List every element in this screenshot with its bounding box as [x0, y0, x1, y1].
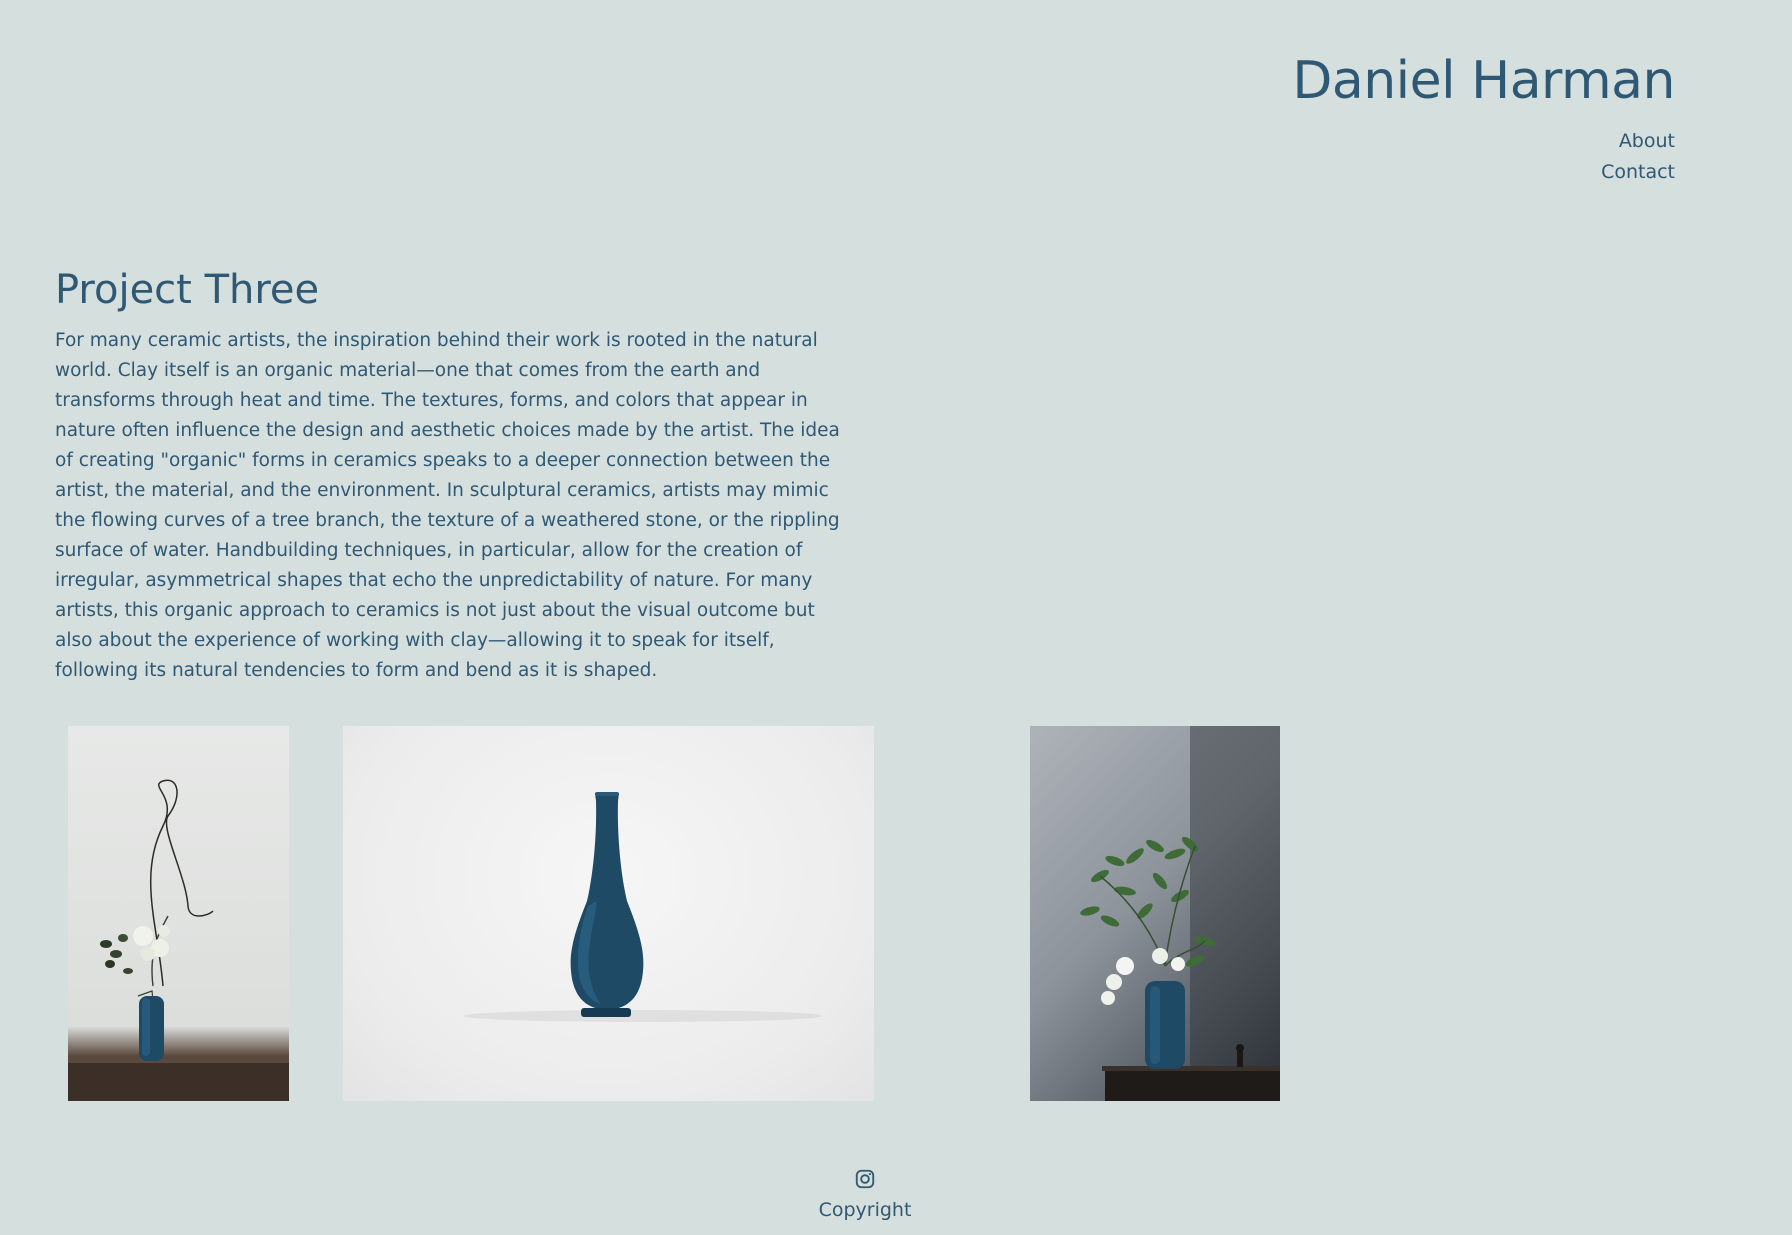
vase-roses-illustration [68, 779, 289, 1101]
nav-item-about: About [1292, 126, 1675, 157]
project-description: For many ceramic artists, the inspiratio… [55, 330, 840, 681]
site-title[interactable]: Daniel Harman [1292, 50, 1675, 112]
project-title: Project Three [55, 267, 320, 313]
nav-link-about[interactable]: About [1619, 130, 1675, 152]
site-footer: Copyright [0, 1168, 1730, 1224]
gallery-image-vase-roses[interactable] [68, 726, 289, 1101]
instagram-link[interactable] [854, 1168, 876, 1190]
gallery-image-vase-orchids[interactable] [1030, 726, 1280, 1101]
site-header: Daniel Harman About Contact [1292, 50, 1675, 188]
nav-link-contact[interactable]: Contact [1601, 161, 1675, 183]
instagram-icon [855, 1169, 875, 1189]
vase-orchids-illustration [1080, 726, 1280, 1101]
nav-item-contact: Contact [1292, 157, 1675, 188]
nav-list: About Contact [1292, 126, 1675, 188]
project-section: Project Three For many ceramic artists, … [55, 262, 855, 686]
bottle-vase-illustration [463, 792, 823, 1022]
copyright-text: Copyright [818, 1199, 912, 1221]
main-nav: About Contact [1292, 126, 1675, 188]
gallery-image-bottle-vase[interactable] [343, 726, 874, 1101]
